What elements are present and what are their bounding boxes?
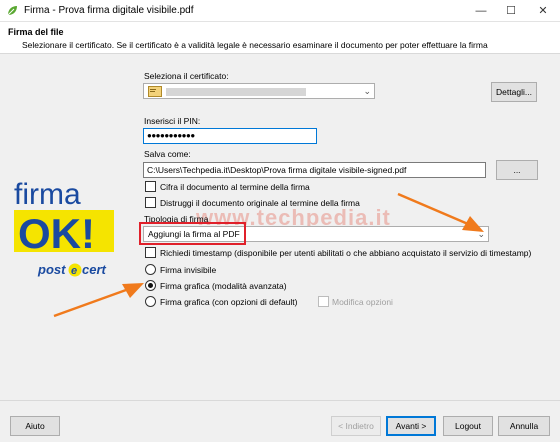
maximize-button[interactable]: ☐ [496, 0, 526, 22]
help-button[interactable]: Aiuto [10, 416, 60, 436]
orange-arrow-icon [53, 283, 144, 318]
logout-button[interactable]: Logout [443, 416, 493, 436]
step-title: Firma del file [8, 27, 64, 37]
graphic-advanced-label: Firma grafica (modalità avanzata) [160, 281, 287, 291]
modify-options-checkbox[interactable] [318, 296, 329, 307]
next-button[interactable]: Avanti > [386, 416, 436, 436]
logo-firma-text: firma [14, 178, 81, 211]
save-as-path-field[interactable]: C:\Users\Techpedia.it\Desktop\Prova firm… [143, 162, 486, 178]
destroy-original-checkbox[interactable] [145, 197, 156, 208]
wizard-header: Firma del file Selezionare il certificat… [0, 22, 560, 54]
back-button[interactable]: < Indietro [331, 416, 381, 436]
modify-options-label: Modifica opzioni [332, 297, 393, 307]
browse-button[interactable]: ... [496, 160, 538, 180]
details-button[interactable]: Dettagli... [491, 82, 537, 102]
certificate-name-redacted [166, 88, 306, 96]
timestamp-checkbox[interactable] [145, 247, 156, 258]
certificate-label: Seleziona il certificato: [144, 71, 229, 81]
cancel-button[interactable]: Annulla [498, 416, 550, 436]
title-bar: Firma - Prova firma digitale visibile.pd… [0, 0, 560, 22]
logo-brand-right: cert [82, 262, 107, 277]
invisible-signature-label: Firma invisibile [160, 265, 217, 275]
certificate-select[interactable]: ⌄ [143, 83, 375, 99]
firma-ok-logo: firma OK! post e cert [12, 178, 124, 280]
app-leaf-icon [7, 6, 17, 16]
timestamp-label: Richiedi timestamp (disponibile per uten… [160, 248, 532, 258]
orange-arrow-icon [397, 192, 484, 232]
highlight-box [139, 222, 246, 245]
encrypt-label: Cifra il documento al termine della firm… [160, 182, 310, 192]
minimize-button[interactable]: — [466, 0, 496, 22]
footer-divider [0, 400, 560, 401]
graphic-default-label: Firma grafica (con opzioni di default) [160, 297, 298, 307]
step-description: Selezionare il certificato. Se il certif… [22, 40, 488, 50]
window-title: Firma - Prova firma digitale visibile.pd… [24, 5, 194, 16]
logo-brand-left: post [37, 262, 66, 277]
chevron-down-icon: ⌄ [363, 86, 371, 96]
logo-brand-mid: e [71, 265, 77, 277]
invisible-signature-radio[interactable] [145, 264, 156, 275]
pin-label: Inserisci il PIN: [144, 116, 201, 126]
firma-ok-logo-graphic: firma OK! post e cert [14, 178, 114, 277]
pin-field[interactable]: ●●●●●●●●●●● [143, 128, 317, 144]
save-as-label: Salva come: [144, 149, 191, 159]
logo-ok-text: OK! [18, 210, 95, 257]
close-button[interactable]: ✕ [528, 0, 558, 22]
certificate-icon [148, 86, 162, 97]
encrypt-checkbox[interactable] [145, 181, 156, 192]
